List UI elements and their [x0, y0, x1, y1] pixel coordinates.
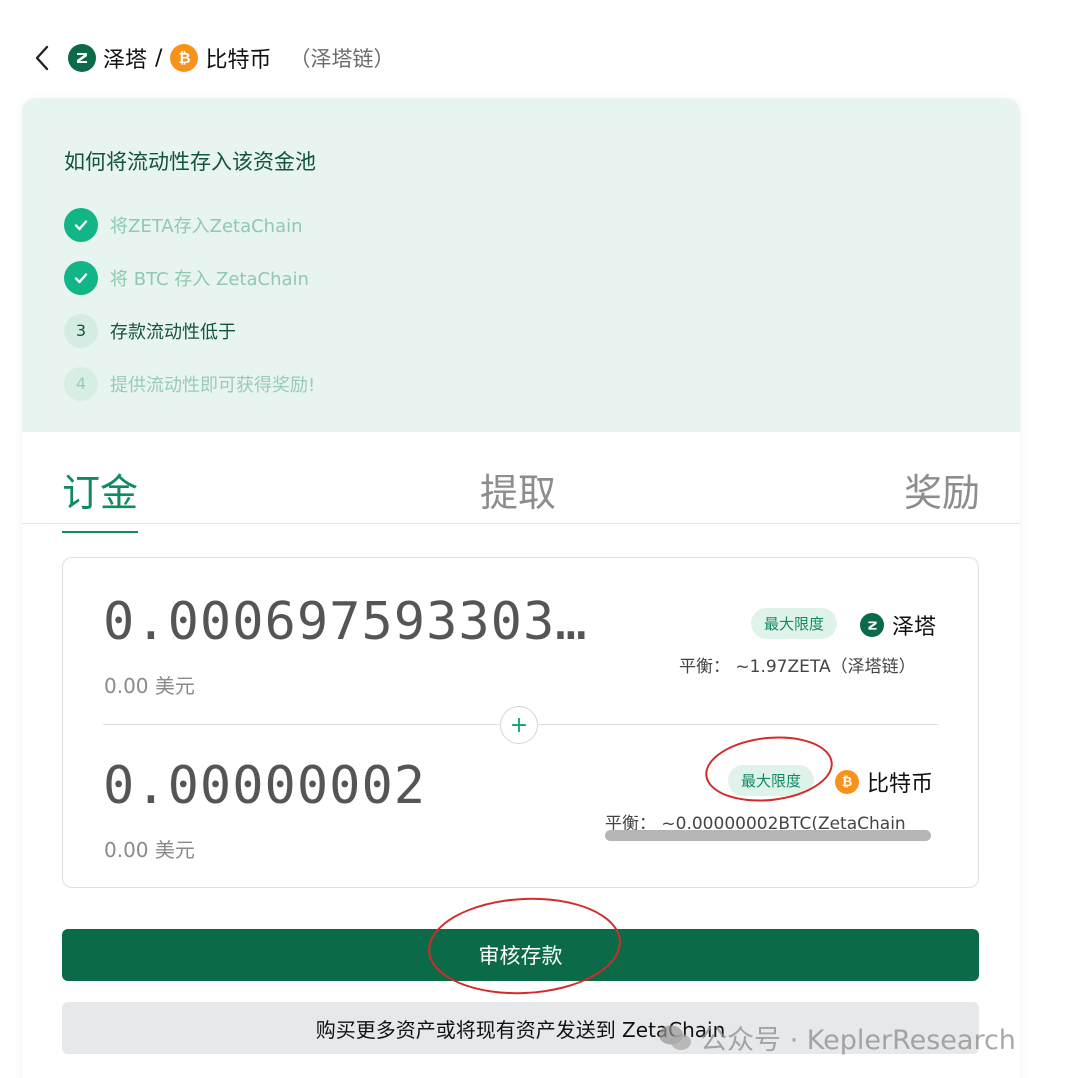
zeta-usd-value: 0.00 美元 [104, 674, 195, 698]
zeta-token-name: 泽塔 [892, 615, 937, 640]
step-label: 将ZETA存入ZetaChain [110, 215, 303, 237]
wechat-icon [658, 1024, 692, 1052]
review-deposit-button[interactable]: 审核存款 [62, 929, 979, 981]
pair-header: 泽塔 / ₿ 比特币 （泽塔链） [30, 36, 394, 80]
check-icon [64, 260, 98, 295]
step-item: 4 提供流动性即可获得奖励! [64, 357, 978, 410]
check-icon [64, 207, 98, 242]
plus-icon[interactable]: + [500, 706, 538, 744]
zeta-max-button[interactable]: 最大限度 [751, 608, 838, 639]
step-label: 将 BTC 存入 ZetaChain [110, 268, 309, 290]
btc-token-label: ₿ 比特币 [835, 766, 933, 798]
steps-title: 如何将流动性存入该资金池 [64, 150, 316, 174]
tab-withdraw[interactable]: 提取 [480, 462, 556, 517]
step-item: 将ZETA存入ZetaChain [64, 198, 978, 251]
tab-rewards[interactable]: 奖励 [904, 462, 980, 517]
step-item: 3 存款流动性低于 [64, 304, 978, 357]
token-b-name: 比特币 [205, 48, 272, 73]
btc-max-button[interactable]: 最大限度 [728, 765, 815, 796]
watermark-text: 公众号 · KeplerResearch [700, 1025, 1016, 1056]
btc-token-name: 比特币 [867, 772, 934, 797]
token-a-name: 泽塔 [103, 48, 148, 73]
watermark: 公众号 · KeplerResearch [658, 1018, 1016, 1057]
deposit-input-box: 0.000697593303… 0.00 美元 最大限度 泽塔 平衡： ~1.9… [62, 557, 979, 888]
btc-logo-icon: ₿ [170, 44, 199, 72]
step-label: 提供流动性即可获得奖励! [110, 374, 316, 396]
btc-logo-icon: ₿ [835, 770, 859, 794]
zeta-logo-icon [860, 613, 884, 637]
pair-separator: / [155, 45, 163, 71]
step-label: 存款流动性低于 [110, 321, 236, 343]
steps-panel: 如何将流动性存入该资金池 将ZETA存入ZetaChain 将 BTC 存入 Z… [22, 98, 1020, 432]
chain-label: （泽塔链） [289, 47, 395, 71]
step-number: 4 [64, 366, 98, 401]
tab-bar: 订金 提取 奖励 [22, 432, 1020, 533]
zeta-amount-input[interactable]: 0.000697593303… [103, 592, 588, 652]
balance-scrollbar[interactable] [605, 830, 931, 841]
step-number: 3 [64, 313, 98, 348]
tab-deposit[interactable]: 订金 [62, 462, 139, 533]
step-item: 将 BTC 存入 ZetaChain [64, 251, 978, 304]
back-chevron-icon[interactable] [30, 36, 54, 80]
zeta-token-label: 泽塔 [860, 609, 936, 641]
liquidity-card: 如何将流动性存入该资金池 将ZETA存入ZetaChain 将 BTC 存入 Z… [22, 98, 1020, 1078]
zeta-balance: 平衡： ~1.97ZETA（泽塔链） [679, 657, 916, 677]
zeta-logo-icon [68, 44, 96, 72]
btc-usd-value: 0.00 美元 [104, 838, 195, 862]
btc-amount-input[interactable]: 0.00000002 [103, 756, 426, 816]
